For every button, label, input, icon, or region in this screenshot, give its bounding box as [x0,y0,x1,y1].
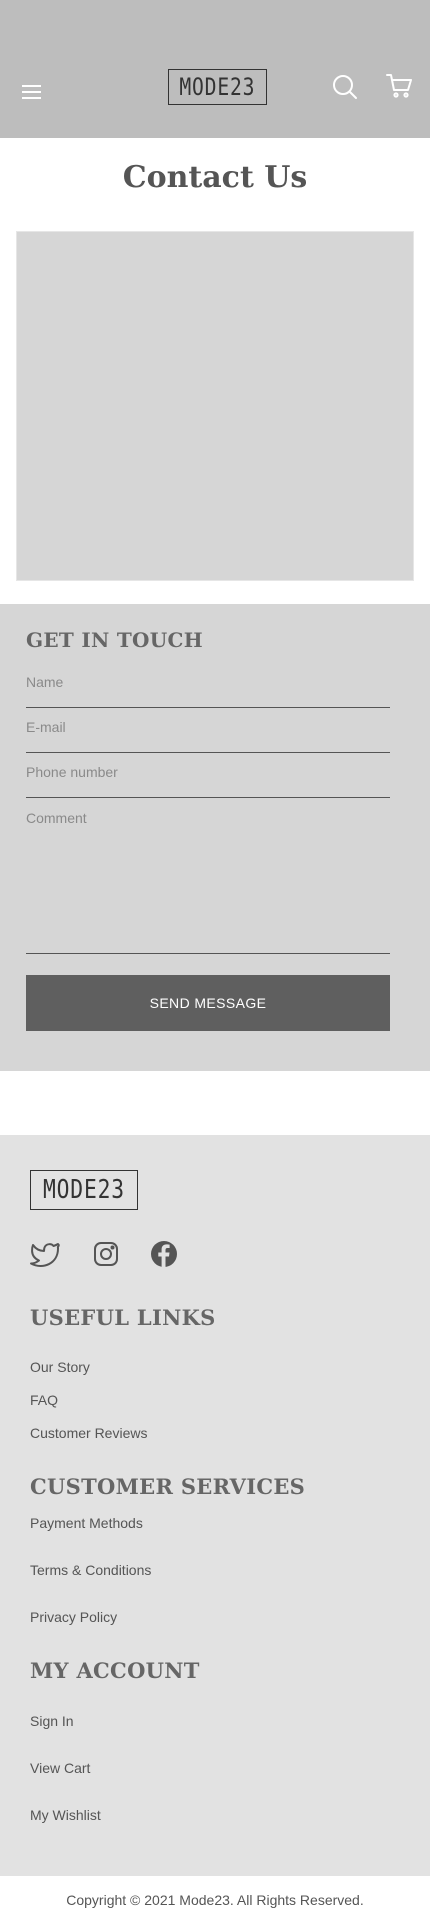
site-header: MODE23 [0,0,430,138]
customer-services-heading: CUSTOMER SERVICES [30,1474,306,1499]
menu-icon[interactable] [22,85,41,99]
search-icon[interactable] [332,74,358,100]
cart-icon[interactable] [386,73,412,99]
header-logo-text: MODE23 [179,73,256,101]
copyright-bar: Copyright © 2021 Mode23. All Rights Rese… [0,1876,430,1924]
phone-field [26,762,390,798]
footer-link-customer-reviews[interactable]: Customer Reviews [30,1425,147,1441]
map-placeholder [16,231,414,581]
footer-link-terms-conditions[interactable]: Terms & Conditions [30,1562,151,1578]
useful-links-heading: USEFUL LINKS [30,1305,216,1330]
name-field [26,672,390,708]
instagram-icon[interactable] [91,1239,121,1269]
twitter-icon[interactable] [30,1239,60,1269]
footer-link-faq[interactable]: FAQ [30,1392,58,1408]
email-input[interactable] [26,719,390,735]
page-title: Contact Us [122,160,308,195]
send-message-button[interactable]: SEND MESSAGE [26,975,390,1031]
footer-link-our-story[interactable]: Our Story [30,1359,90,1375]
site-footer: MODE23 USEFUL LINKS Our Story FAQ Custom… [0,1135,430,1876]
footer-link-privacy-policy[interactable]: Privacy Policy [30,1609,117,1625]
get-in-touch-heading: GET IN TOUCH [26,628,203,652]
comment-textarea[interactable] [26,810,390,940]
contact-form-section: GET IN TOUCH SEND MESSAGE [0,604,430,1071]
footer-logo[interactable]: MODE23 [30,1170,138,1210]
my-account-heading: MY ACCOUNT [30,1658,200,1683]
footer-link-my-wishlist[interactable]: My Wishlist [30,1807,101,1823]
footer-link-sign-in[interactable]: Sign In [30,1713,74,1729]
facebook-icon[interactable] [149,1239,179,1269]
copyright-text: Copyright © 2021 Mode23. All Rights Rese… [66,1892,364,1908]
footer-link-payment-methods[interactable]: Payment Methods [30,1515,143,1531]
comment-field [26,810,390,954]
email-field [26,717,390,753]
footer-logo-text: MODE23 [43,1175,125,1205]
phone-input[interactable] [26,764,390,780]
header-logo[interactable]: MODE23 [168,69,267,105]
footer-link-view-cart[interactable]: View Cart [30,1760,90,1776]
name-input[interactable] [26,674,390,690]
